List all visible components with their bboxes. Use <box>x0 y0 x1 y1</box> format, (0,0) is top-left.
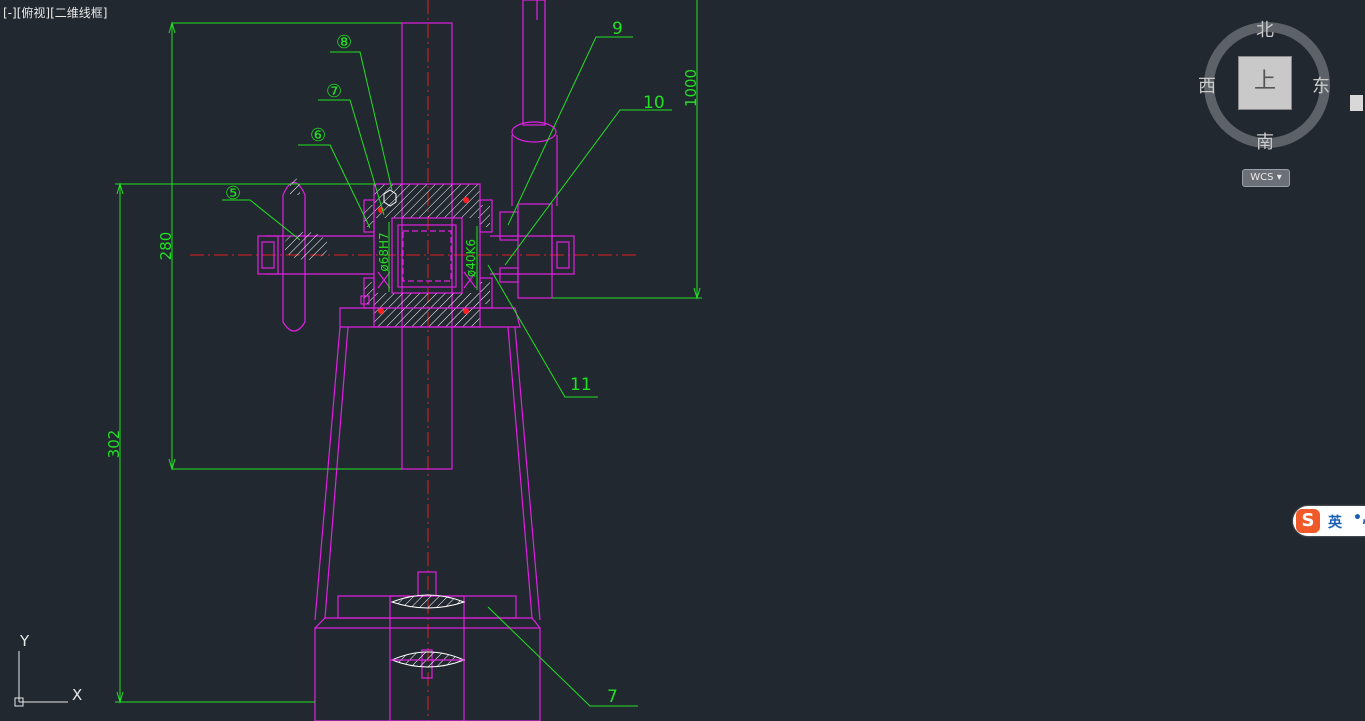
viewcube[interactable]: 上 北 南 东 西 WCS ▾ <box>1198 16 1330 188</box>
vertical-scrollbar[interactable] <box>1348 0 1365 721</box>
wcs-menu-button[interactable]: WCS ▾ <box>1242 169 1290 187</box>
dim-280: 280 <box>157 232 175 261</box>
callout-10: 10 <box>643 93 665 113</box>
ime-toolbar[interactable]: S 英 •, <box>1293 506 1365 536</box>
centerlines <box>190 0 640 721</box>
callout-9: 9 <box>612 19 623 39</box>
compass-east[interactable]: 东 <box>1312 72 1330 98</box>
dim-1000: 1000 <box>682 69 700 107</box>
callout-8: ⑧ <box>336 32 352 53</box>
callout-6: ⑥ <box>310 125 326 146</box>
ime-mode-toggle[interactable]: 英 <box>1328 512 1342 532</box>
ucs-y-label: Y <box>19 632 30 650</box>
wcs-label: WCS <box>1250 172 1274 183</box>
column <box>401 0 546 470</box>
callout-5: ⑤ <box>225 183 241 204</box>
ime-logo-icon[interactable]: S <box>1296 509 1320 533</box>
fit-shaft-label: ø40K6 <box>464 239 478 277</box>
dim-302: 302 <box>105 430 123 459</box>
punctuation-icon[interactable]: •, <box>1353 510 1365 526</box>
callout-7: 7 <box>607 687 618 707</box>
ucs-icon: Y X <box>14 632 82 707</box>
callout-11: 11 <box>570 375 592 395</box>
drawing-canvas[interactable]: 280 302 1000 ø68H7 ø40K6 ⑧ ⑦ ⑥ ⑤ 9 10 11… <box>0 0 1348 721</box>
compass-west[interactable]: 西 <box>1198 72 1216 98</box>
chevron-down-icon: ▾ <box>1276 172 1282 183</box>
compass-south[interactable]: 南 <box>1256 128 1274 154</box>
ucs-x-label: X <box>72 686 82 704</box>
fit-hole-label: ø68H7 <box>377 232 391 271</box>
callout-7-small: ⑦ <box>326 81 342 102</box>
viewcube-top-face[interactable]: 上 <box>1238 56 1292 110</box>
compass-north[interactable]: 北 <box>1256 16 1274 42</box>
scroll-thumb[interactable] <box>1350 95 1363 111</box>
